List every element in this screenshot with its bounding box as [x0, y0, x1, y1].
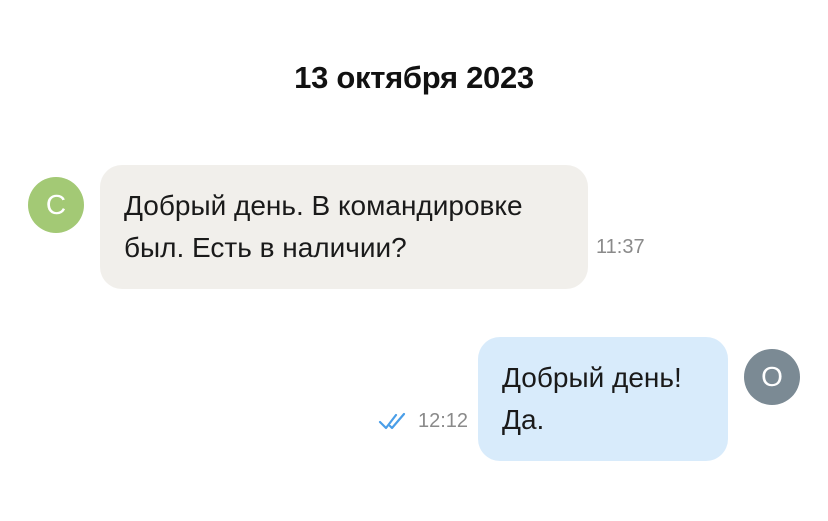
date-separator: 13 октября 2023 [294, 60, 534, 95]
outgoing-message-bubble[interactable]: Добрый день! Да. [478, 337, 728, 461]
message-timestamp: 12:12 [418, 409, 469, 432]
double-check-icon [378, 412, 406, 430]
message-timestamp: 11:37 [596, 236, 645, 258]
message-text-line: был. Есть в наличии? [124, 232, 407, 263]
incoming-message-bubble[interactable]: Добрый день. В командировке был. Есть в … [100, 165, 588, 289]
message-text-line: Добрый день! [502, 362, 682, 393]
avatar[interactable]: O [744, 349, 800, 405]
avatar[interactable]: C [28, 177, 84, 233]
message-meta: 12:12 [378, 407, 468, 435]
message-text-line: Да. [502, 404, 545, 435]
message-text-line: Добрый день. В командировке [124, 190, 523, 221]
